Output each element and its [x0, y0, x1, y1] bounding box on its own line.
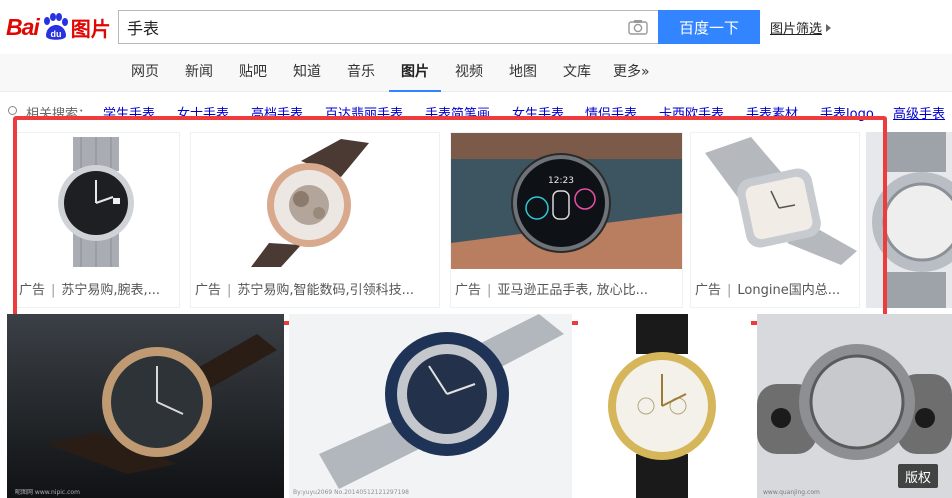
- ad-card[interactable]: 广告 | 苏宁易购,智能数码,引领科技...: [190, 132, 440, 308]
- related-link[interactable]: 手表简笔画: [425, 103, 490, 122]
- tab-tieba[interactable]: 贴吧: [239, 54, 267, 92]
- ad-image: [191, 133, 439, 269]
- related-link[interactable]: 高档手表: [251, 103, 303, 122]
- ad-caption: 广告 | 亚马逊正品手表, 放心比...: [455, 283, 649, 298]
- related-label: 相关搜索：: [26, 107, 92, 122]
- svg-text:12:23: 12:23: [548, 176, 574, 186]
- ad-tag: 广告: [19, 283, 46, 298]
- ad-card[interactable]: 12:23 广告 | 亚马逊正品手表, 放心比...: [450, 132, 683, 308]
- image-filter-label: 图片筛选: [770, 22, 823, 37]
- ad-image: [691, 133, 859, 269]
- tab-video[interactable]: 视频: [455, 54, 483, 92]
- logo-product-text: 图片: [70, 16, 111, 41]
- tab-zhidao[interactable]: 知道: [293, 54, 321, 92]
- search-input[interactable]: [127, 11, 617, 43]
- watch-image: By:yuyu2069 No.20140512121297198: [289, 314, 572, 498]
- ad-image: [15, 133, 179, 269]
- baidu-paw-icon: du: [43, 13, 68, 40]
- result-image[interactable]: www.quanjing.com 版权: [757, 314, 952, 498]
- ad-card[interactable]: [866, 132, 952, 308]
- ad-title: 苏宁易购,腕表,...: [61, 283, 161, 298]
- watch-image: 12:23: [451, 133, 682, 269]
- ad-caption: 广告 | 苏宁易购,智能数码,引领科技...: [195, 283, 415, 298]
- related-link[interactable]: 情侣手表: [585, 103, 637, 122]
- logo-paw-text: du: [50, 29, 61, 39]
- caret-right-icon: [826, 23, 832, 32]
- svg-text:www.quanjing.com: www.quanjing.com: [763, 489, 820, 496]
- image-filter-link[interactable]: 图片筛选: [770, 18, 832, 37]
- svg-text:By:yuyu2069 No.201405121212971: By:yuyu2069 No.20140512121297198: [293, 489, 409, 496]
- ad-card[interactable]: 广告 | Longine国内总...: [690, 132, 860, 308]
- ad-title: 苏宁易购,智能数码,引领科技...: [237, 283, 415, 298]
- search-box: [118, 10, 658, 44]
- watch-image: [691, 133, 859, 269]
- search-tabs: 网页 新闻 贴吧 知道 音乐 图片 视频 地图 文库 更多»: [0, 54, 952, 92]
- ad-title: 亚马逊正品手表, 放心比...: [497, 283, 649, 298]
- ad-card[interactable]: 广告 | 苏宁易购,腕表,...: [14, 132, 180, 308]
- tab-news[interactable]: 新闻: [185, 54, 213, 92]
- tab-images[interactable]: 图片: [389, 54, 441, 92]
- related-link[interactable]: 卡西欧手表: [659, 103, 724, 122]
- ad-tag: 广告: [195, 283, 222, 298]
- tab-more[interactable]: 更多»: [613, 54, 650, 92]
- ad-strip: 广告|苏宁易购,腕表,... 广告|苏宁易购,智能数码,引领科技...: [0, 124, 952, 310]
- tab-wenku[interactable]: 文库: [563, 54, 591, 92]
- related-icon: [8, 106, 17, 115]
- watch-image: [15, 133, 179, 269]
- related-link[interactable]: 手表logo: [820, 103, 874, 122]
- ad-caption: 广告 | Longine国内总...: [695, 283, 841, 298]
- logo-brand-text: Bai: [6, 13, 40, 40]
- related-link[interactable]: 手表素材: [746, 103, 798, 122]
- svg-text:昵图网 www.nipic.com: 昵图网 www.nipic.com: [15, 489, 80, 496]
- search-button[interactable]: 百度一下: [658, 10, 760, 44]
- related-link[interactable]: 高级手表: [893, 103, 945, 122]
- related-searches: 相关搜索： 学生手表 女士手表 高档手表 百达翡丽手表 手表简笔画 女生手表 情…: [0, 101, 952, 123]
- baidu-images-logo[interactable]: Bai du 图片: [6, 10, 111, 44]
- watch-image: [578, 314, 751, 498]
- result-image[interactable]: [578, 314, 751, 498]
- ad-image: [866, 132, 952, 308]
- result-image[interactable]: 昵图网 www.nipic.com: [7, 314, 284, 498]
- ad-caption: 广告 | 苏宁易购,腕表,...: [19, 283, 161, 298]
- related-link[interactable]: 百达翡丽手表: [325, 103, 403, 122]
- copyright-badge: 版权: [898, 464, 938, 488]
- ad-image: 12:23: [451, 133, 682, 269]
- watch-image: [191, 133, 439, 269]
- watch-image: [866, 132, 952, 308]
- tab-web[interactable]: 网页: [131, 54, 159, 92]
- related-link[interactable]: 女生手表: [512, 103, 564, 122]
- related-link[interactable]: 女士手表: [177, 103, 229, 122]
- camera-icon[interactable]: [628, 19, 648, 35]
- tab-map[interactable]: 地图: [509, 54, 537, 92]
- header: Bai du 图片 百度一下 图片筛选: [0, 0, 952, 54]
- watch-image: 昵图网 www.nipic.com: [7, 314, 284, 498]
- ad-title: Longine国内总...: [737, 283, 841, 298]
- result-image[interactable]: By:yuyu2069 No.20140512121297198: [289, 314, 572, 498]
- ad-tag: 广告: [455, 283, 482, 298]
- related-link[interactable]: 学生手表: [103, 103, 155, 122]
- tab-music[interactable]: 音乐: [347, 54, 375, 92]
- ad-tag: 广告: [695, 283, 722, 298]
